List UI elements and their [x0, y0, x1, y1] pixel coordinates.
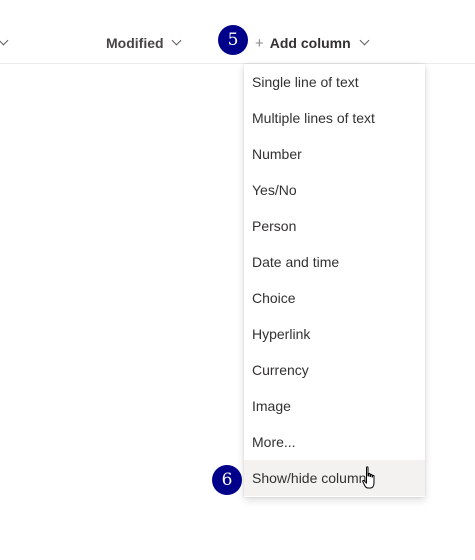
menu-item-date-and-time[interactable]: Date and time	[244, 244, 425, 280]
plus-icon: +	[255, 34, 264, 52]
menu-item-multiple-lines-of-text[interactable]: Multiple lines of text	[244, 100, 425, 136]
add-column-label: Add column	[269, 35, 351, 51]
step-badge-6: 6	[212, 465, 242, 495]
page: Modified + Add column 5 Single line of t…	[0, 0, 475, 560]
menu-item-number[interactable]: Number	[244, 136, 425, 172]
column-header-modified[interactable]: Modified	[106, 33, 181, 53]
add-column-button[interactable]: + Add column	[255, 33, 370, 53]
chevron-down-icon	[171, 35, 181, 45]
menu-item-show-hide-columns[interactable]: Show/hide columns	[244, 460, 425, 496]
menu-item-person[interactable]: Person	[244, 208, 425, 244]
add-column-menu: Single line of text Multiple lines of te…	[244, 64, 425, 497]
column-header-label: Modified	[106, 35, 164, 51]
menu-item-more[interactable]: More...	[244, 424, 425, 460]
menu-item-single-line-of-text[interactable]: Single line of text	[244, 64, 425, 100]
menu-item-image[interactable]: Image	[244, 388, 425, 424]
hand-cursor-icon	[362, 466, 375, 489]
menu-item-yes-no[interactable]: Yes/No	[244, 172, 425, 208]
menu-item-choice[interactable]: Choice	[244, 280, 425, 316]
chevron-down-icon[interactable]	[0, 35, 9, 46]
chevron-down-icon	[359, 35, 370, 45]
menu-item-currency[interactable]: Currency	[244, 352, 425, 388]
step-badge-5: 5	[218, 25, 248, 55]
menu-item-hyperlink[interactable]: Hyperlink	[244, 316, 425, 352]
